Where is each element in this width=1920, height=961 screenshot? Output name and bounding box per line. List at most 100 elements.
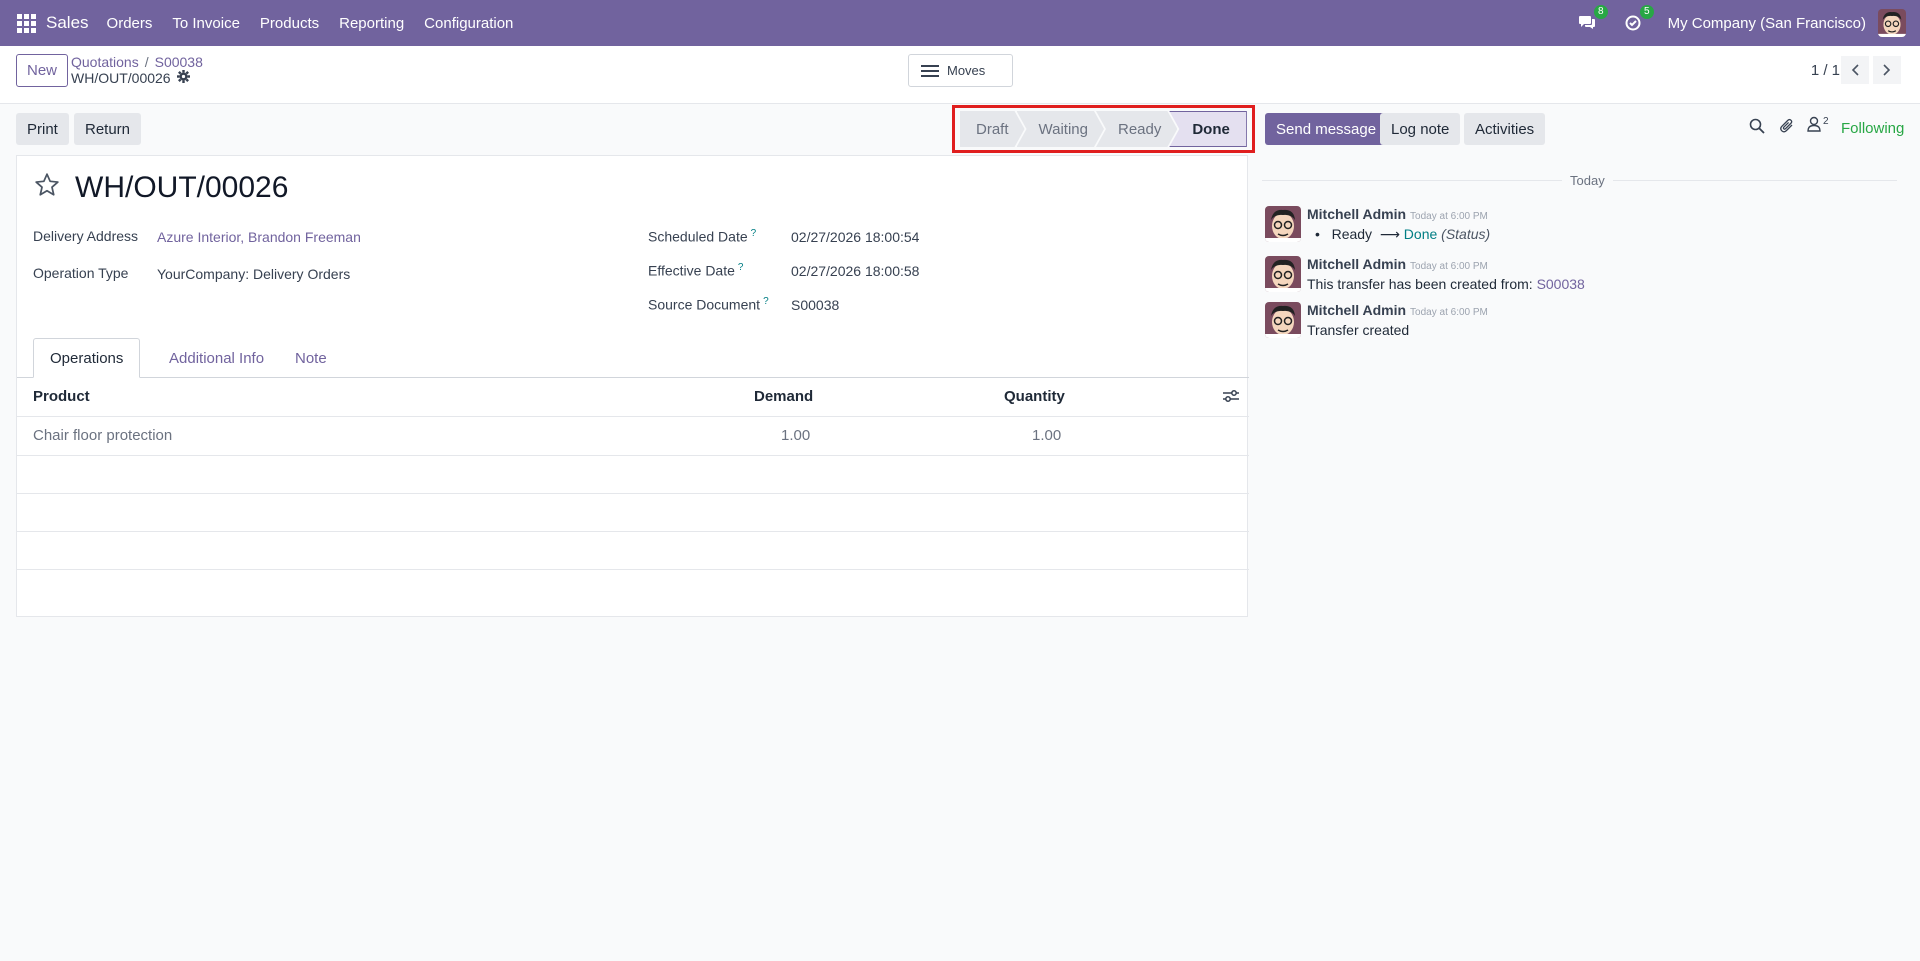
send-message-button[interactable]: Send message [1265, 113, 1388, 145]
delivery-address-value[interactable]: Azure Interior, Brandon Freeman [157, 229, 361, 245]
tab-note[interactable]: Note [279, 338, 343, 378]
new-status: Done [1403, 226, 1438, 242]
gear-icon[interactable] [176, 70, 190, 86]
message-author: Mitchell Admin Today at 6:00 PM [1307, 206, 1488, 222]
cell-quantity[interactable]: 1.00 [1032, 427, 1061, 444]
message-author: Mitchell Admin Today at 6:00 PM [1307, 256, 1488, 272]
record-title: WH/OUT/00026 [75, 171, 289, 204]
breadcrumb-separator: / [144, 54, 149, 70]
delivery-address-label: Delivery Address [33, 228, 139, 244]
source-document-value: S00038 [791, 297, 840, 313]
search-icon[interactable] [1749, 118, 1765, 138]
menu-reporting[interactable]: Reporting [339, 15, 404, 32]
user-icon [1807, 116, 1821, 132]
app-name[interactable]: Sales [46, 13, 89, 33]
pager-next-button[interactable] [1873, 56, 1901, 84]
bullet: • [1315, 226, 1320, 242]
tab-additional-info[interactable]: Additional Info [153, 338, 280, 378]
cell-product[interactable]: Chair floor protection [33, 427, 172, 444]
log-note-button[interactable]: Log note [1380, 113, 1461, 145]
chevron-right-icon [1883, 64, 1891, 76]
author-avatar[interactable] [1265, 206, 1301, 242]
author-avatar[interactable] [1265, 302, 1301, 338]
optional-columns-icon[interactable] [1223, 389, 1239, 407]
breadcrumb-quotations[interactable]: Quotations [71, 54, 139, 70]
author-name[interactable]: Mitchell Admin [1307, 256, 1406, 272]
activities-clock-icon[interactable]: 5 [1622, 5, 1654, 34]
messages-icon[interactable]: 8 [1576, 5, 1608, 34]
star-icon[interactable] [34, 172, 60, 202]
highlight-annotation [952, 105, 1255, 153]
source-order-link[interactable]: S00038 [1537, 276, 1585, 292]
record-name: WH/OUT/00026 [71, 70, 190, 86]
record-name-text: WH/OUT/00026 [71, 70, 171, 86]
activities-button[interactable]: Activities [1464, 113, 1546, 145]
column-header-demand[interactable]: Demand [754, 388, 813, 405]
scheduled-date-label: Scheduled Date? [648, 228, 756, 245]
top-navbar: Sales Orders To Invoice Products Reporti… [0, 0, 1920, 46]
messages-badge: 8 [1594, 5, 1608, 19]
message-body: This transfer has been created from: S00… [1307, 276, 1585, 292]
author-name[interactable]: Mitchell Admin [1307, 302, 1406, 318]
effective-date-label: Effective Date? [648, 262, 743, 279]
operation-type-label: Operation Type [33, 265, 129, 281]
message-author: Mitchell Admin Today at 6:00 PM [1307, 302, 1488, 318]
pager-value[interactable]: 1 / 1 [1811, 62, 1840, 79]
author-avatar[interactable] [1265, 256, 1301, 292]
tracked-field-name: (Status) [1441, 226, 1491, 242]
message-text: This transfer has been created from: [1307, 276, 1533, 292]
menu-products[interactable]: Products [260, 15, 319, 32]
company-switcher[interactable]: My Company (San Francisco) [1668, 15, 1866, 32]
table-divider [17, 455, 1249, 456]
message-time: Today at 6:00 PM [1410, 211, 1488, 222]
table-divider [17, 569, 1249, 570]
following-button[interactable]: Following [1841, 120, 1904, 137]
menu-to-invoice[interactable]: To Invoice [172, 15, 240, 32]
source-document-label-text: Source Document [648, 296, 761, 313]
help-icon[interactable]: ? [763, 296, 769, 307]
operation-type-value[interactable]: YourCompany: Delivery Orders [157, 266, 350, 282]
source-document-label: Source Document? [648, 296, 769, 313]
moves-label: Moves [947, 63, 986, 78]
table-divider [17, 493, 1249, 494]
column-header-quantity[interactable]: Quantity [1004, 388, 1065, 405]
apps-menu-icon[interactable] [3, 0, 49, 46]
breadcrumb: Quotations / S00038 [71, 54, 203, 70]
user-avatar[interactable] [1878, 9, 1906, 37]
notebook-tabs: Operations Additional Info Note [17, 338, 1249, 378]
menu-orders[interactable]: Orders [107, 15, 153, 32]
help-icon[interactable]: ? [751, 228, 757, 239]
cell-demand[interactable]: 1.00 [781, 427, 810, 444]
followers-count: 2 [1823, 116, 1829, 127]
message-body: Transfer created [1307, 322, 1410, 338]
paperclip-icon[interactable] [1779, 118, 1795, 138]
column-header-product[interactable]: Product [33, 388, 90, 405]
form-sheet: WH/OUT/00026 Delivery Address Azure Inte… [16, 155, 1249, 617]
help-icon[interactable]: ? [738, 262, 744, 273]
breadcrumb-order[interactable]: S00038 [155, 54, 203, 70]
table-divider [17, 531, 1249, 532]
list-icon [921, 62, 939, 80]
tab-operations[interactable]: Operations [33, 338, 141, 378]
chevron-left-icon [1851, 64, 1859, 76]
moves-smart-button[interactable]: Moves [908, 54, 1013, 87]
control-panel: New Quotations / S00038 WH/OUT/00026 Moves… [0, 46, 1920, 104]
effective-date-label-text: Effective Date [648, 262, 735, 279]
return-button[interactable]: Return [74, 113, 142, 145]
new-button[interactable]: New [16, 54, 69, 87]
scheduled-date-value[interactable]: 02/27/2026 18:00:54 [791, 229, 919, 245]
scheduled-date-label-text: Scheduled Date [648, 228, 748, 245]
pager-previous-button[interactable] [1841, 56, 1869, 84]
author-name[interactable]: Mitchell Admin [1307, 206, 1406, 222]
followers-button[interactable]: 2 [1807, 116, 1829, 132]
tracking-value: • Ready ⟶ Done (Status) [1315, 226, 1490, 243]
old-status: Ready [1331, 226, 1373, 242]
print-button[interactable]: Print [16, 113, 69, 145]
arrow-right-icon: ⟶ [1375, 226, 1400, 242]
message-time: Today at 6:00 PM [1410, 307, 1488, 318]
activities-badge: 5 [1640, 5, 1654, 19]
date-separator-label: Today [1562, 173, 1613, 188]
menu-configuration[interactable]: Configuration [424, 15, 513, 32]
message-time: Today at 6:00 PM [1410, 261, 1488, 272]
effective-date-value: 02/27/2026 18:00:58 [791, 263, 920, 279]
